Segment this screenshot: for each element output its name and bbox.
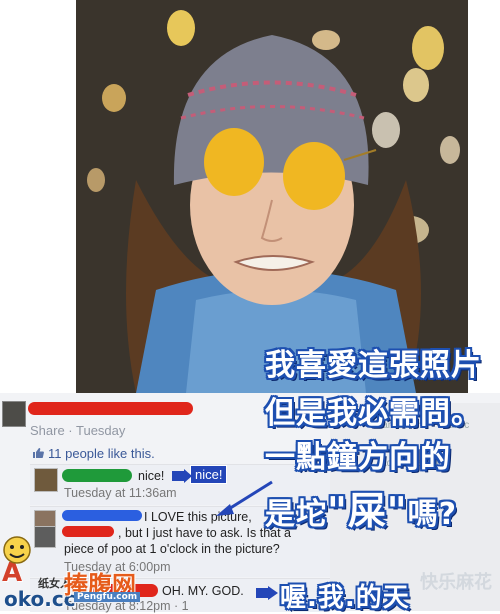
name-redaction — [28, 402, 193, 415]
bottom-arrow-icon — [256, 586, 278, 600]
commenter-2-avatar-b[interactable] — [34, 526, 56, 548]
nice-arrow-icon — [172, 469, 192, 483]
left-margin — [0, 0, 76, 393]
like-count-text: 11 people like this. — [48, 446, 155, 461]
emoji-face-icon — [3, 536, 31, 564]
cn-caption-line4-b: "屎" — [327, 489, 408, 533]
right-margin — [468, 0, 500, 393]
cn-caption-line1: 我喜愛這張照片 — [265, 348, 482, 383]
watermark-right-faded: 快乐麻花 — [420, 572, 492, 593]
poster-avatar[interactable] — [2, 401, 26, 427]
cn-caption-line3: 一點鐘方向的 — [265, 440, 451, 475]
share-timestamp[interactable]: Share · Tuesday — [30, 423, 125, 438]
cn-caption-line4-c: 嗎? — [407, 497, 458, 532]
comment-2-line3: piece of poo at 1 o'clock in the picture… — [64, 542, 280, 556]
thumbs-up-icon — [32, 447, 44, 459]
commenter-2-redaction-blue — [62, 510, 142, 521]
comment-1-time[interactable]: Tuesday at 11:36am — [64, 486, 177, 500]
cn-bottom-caption: 喔.我.的天 — [280, 583, 410, 613]
photo[interactable] — [76, 0, 468, 393]
cn-caption-line4: 是坨"屎"嗎? — [265, 480, 457, 535]
cn-caption-line2: 但是我必需問。 — [265, 396, 482, 431]
commenter-2-redaction-red — [62, 526, 114, 537]
commenter-1-redaction — [62, 469, 132, 482]
watermark-brand-url: Pengfu.com — [74, 592, 141, 602]
commenter-1-avatar[interactable] — [34, 468, 58, 492]
comment-1-text: nice! — [138, 469, 165, 483]
like-summary[interactable]: 11 people like this. — [32, 446, 155, 461]
comment-3-text: OH. MY. GOD. — [162, 584, 244, 598]
caption-arrow-icon — [216, 480, 273, 516]
